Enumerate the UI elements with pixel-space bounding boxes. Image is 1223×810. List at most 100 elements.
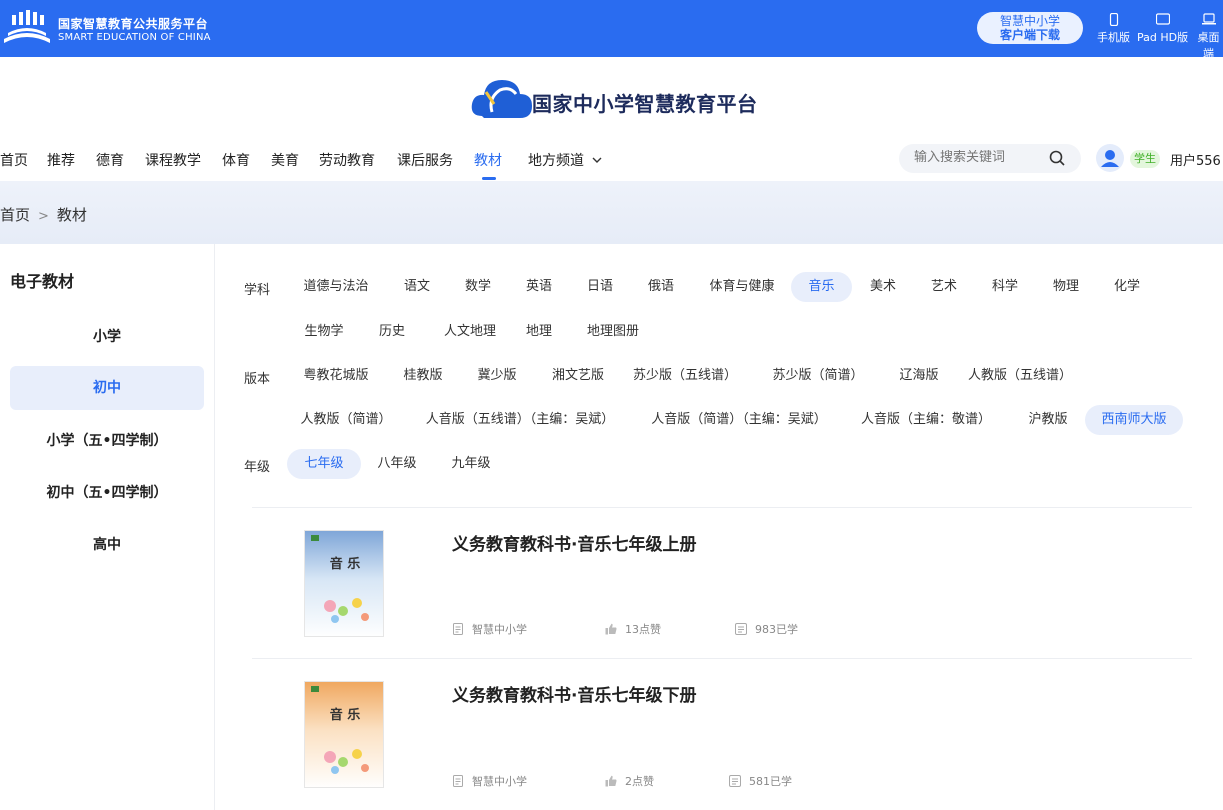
nav-recommend[interactable]: 推荐: [47, 150, 75, 170]
sidebar-item-primary[interactable]: 小学: [10, 315, 204, 359]
pad-version-link[interactable]: Pad HD版: [1137, 13, 1188, 45]
subject-chip[interactable]: 地理图册: [580, 317, 646, 347]
book-title[interactable]: 义务教育教科书·音乐七年级下册: [452, 681, 696, 706]
user-icon: [1101, 150, 1119, 167]
book-likes-label: 13点赞: [625, 623, 661, 636]
laptop-icon: [1201, 13, 1216, 25]
mobile-version-link[interactable]: 手机版: [1097, 13, 1130, 45]
download-line2: 客户端下载: [999, 28, 1060, 42]
grade-label: 年级: [244, 460, 271, 475]
subject-chip[interactable]: 生物学: [300, 317, 348, 347]
edition-chip[interactable]: 湘文艺版: [545, 361, 611, 391]
edition-chip[interactable]: 苏少版（五线谱）: [632, 361, 738, 391]
subject-chip[interactable]: 历史: [369, 317, 415, 347]
avatar[interactable]: [1096, 144, 1124, 172]
cloud-logo-icon[interactable]: [470, 76, 532, 122]
platform-logo-icon[interactable]: [2, 9, 52, 47]
subject-chip[interactable]: 俄语: [638, 272, 684, 302]
edition-chip[interactable]: 人教版（简谱）: [300, 405, 392, 435]
edition-chip[interactable]: 冀少版: [471, 361, 523, 391]
platform-title[interactable]: 国家智慧教育公共服务平台: [58, 15, 208, 32]
subject-chip[interactable]: 道德与法治: [293, 272, 379, 302]
subject-chip[interactable]: 地理: [516, 317, 562, 347]
nav-arts[interactable]: 美育: [271, 150, 299, 170]
thumbs-up-icon: [605, 775, 617, 787]
subject-chip[interactable]: 人文地理: [434, 317, 506, 347]
subject-chip[interactable]: 科学: [982, 272, 1028, 302]
edition-chip[interactable]: 辽海版: [892, 361, 946, 391]
subject-chip-active[interactable]: 音乐: [791, 272, 852, 302]
book-cover[interactable]: 音 乐: [304, 530, 384, 637]
book-learned: 581已学: [729, 773, 792, 789]
grade-chip[interactable]: 八年级: [370, 449, 424, 479]
subject-chip[interactable]: 化学: [1104, 272, 1150, 302]
sidebar-item-junior[interactable]: 初中: [10, 366, 204, 410]
book-publisher: 智慧中小学: [452, 621, 527, 637]
thumbs-up-icon: [605, 623, 617, 635]
edition-chip[interactable]: 苏少版（简谱）: [768, 361, 868, 391]
subject-chip[interactable]: 语文: [394, 272, 440, 302]
book-likes-label: 2点赞: [625, 775, 654, 788]
subject-label: 学科: [244, 283, 271, 298]
desktop-version-label: 桌面端: [1197, 31, 1220, 60]
nav-local-channel[interactable]: 地方频道: [528, 150, 602, 170]
book-publisher-label: 智慧中小学: [472, 775, 527, 788]
document-icon: [453, 775, 463, 787]
edition-chip[interactable]: 人音版（简谱）（主编：吴斌）: [647, 405, 831, 435]
edition-chip-active[interactable]: 西南师大版: [1085, 405, 1183, 435]
edition-chip[interactable]: 人音版（五线谱）（主编：吴斌）: [423, 405, 617, 435]
nav-textbooks[interactable]: 教材: [474, 150, 502, 170]
nav-local-channel-label: 地方频道: [528, 153, 584, 169]
grade-chip-active[interactable]: 七年级: [287, 449, 361, 479]
username[interactable]: 用户556: [1170, 150, 1221, 169]
breadcrumb-current: 教材: [56, 206, 87, 224]
subject-chip[interactable]: 体育与健康: [700, 272, 784, 302]
nav-after-school[interactable]: 课后服务: [397, 150, 453, 170]
edition-chip[interactable]: 桂教版: [397, 361, 449, 391]
book-likes[interactable]: 13点赞: [605, 621, 661, 637]
brand: 国家中小学智慧教育平台: [470, 76, 770, 124]
edition-chip[interactable]: 人教版（五线谱）: [966, 361, 1074, 391]
search-box: [899, 144, 1081, 173]
nav-moral[interactable]: 德育: [96, 150, 124, 170]
client-download-button[interactable]: 智慧中小学 客户端下载: [977, 12, 1083, 44]
breadcrumb-home[interactable]: 首页: [0, 206, 30, 224]
subject-chip[interactable]: 艺术: [921, 272, 967, 302]
mobile-version-label: 手机版: [1097, 31, 1130, 44]
edition-chip[interactable]: 粤教花城版: [296, 361, 376, 391]
book-cover-image: [305, 682, 383, 787]
sidebar-item-primary-54[interactable]: 小学（五•四学制）: [10, 419, 204, 463]
nav-labor[interactable]: 劳动教育: [319, 150, 375, 170]
nav-active-indicator: [482, 177, 496, 180]
subject-chip[interactable]: 物理: [1043, 272, 1089, 302]
subject-chip[interactable]: 美术: [860, 272, 906, 302]
edition-chip[interactable]: 沪教版: [1022, 405, 1074, 435]
book-learned-label: 581已学: [749, 775, 792, 788]
book-title[interactable]: 义务教育教科书·音乐七年级上册: [452, 530, 696, 555]
tablet-icon: [1155, 13, 1170, 25]
chevron-down-icon: [592, 157, 602, 163]
book-cover[interactable]: 音 乐: [304, 681, 384, 788]
brand-name: 国家中小学智慧教育平台: [532, 92, 758, 116]
nav-home[interactable]: 首页: [0, 150, 28, 170]
subject-chip[interactable]: 日语: [577, 272, 623, 302]
study-record-icon: [735, 623, 747, 635]
desktop-version-link[interactable]: 桌面端: [1194, 13, 1223, 61]
nav-course-teaching[interactable]: 课程教学: [145, 150, 201, 170]
sidebar-item-senior[interactable]: 高中: [10, 523, 204, 567]
book-publisher-label: 智慧中小学: [472, 623, 527, 636]
document-icon: [453, 623, 463, 635]
sidebar-item-junior-54[interactable]: 初中（五•四学制）: [10, 471, 204, 515]
book-likes[interactable]: 2点赞: [605, 773, 654, 789]
edition-label: 版本: [244, 372, 271, 387]
breadcrumb: 首页 > 教材: [0, 204, 87, 225]
subject-chip[interactable]: 英语: [516, 272, 562, 302]
divider: [252, 507, 1192, 508]
search-input[interactable]: [914, 150, 1044, 165]
subject-chip[interactable]: 数学: [455, 272, 501, 302]
grade-chip[interactable]: 九年级: [444, 449, 498, 479]
edition-chip[interactable]: 人音版（主编：敬谱）: [860, 405, 992, 435]
breadcrumb-band: [0, 181, 1223, 244]
search-icon[interactable]: [1049, 150, 1066, 167]
nav-sports[interactable]: 体育: [222, 150, 250, 170]
